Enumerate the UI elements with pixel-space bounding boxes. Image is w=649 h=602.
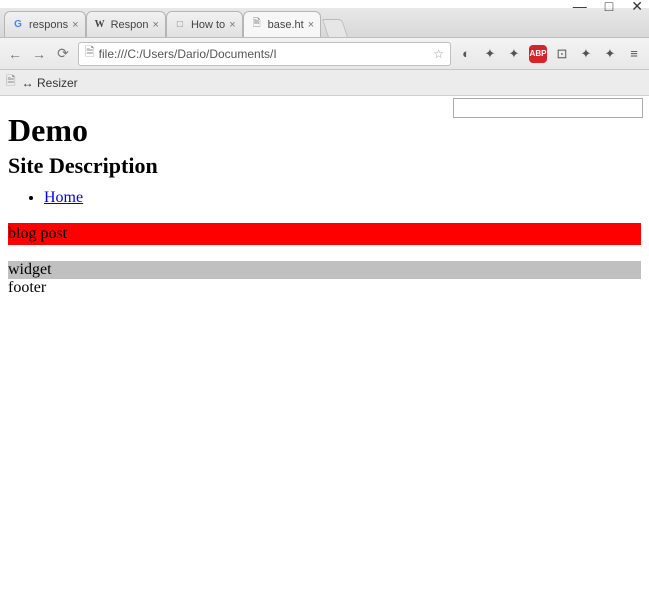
close-tab-icon[interactable]: ×	[72, 19, 78, 31]
tab-responsive-w[interactable]: W Respon ×	[86, 11, 166, 37]
file-favicon-icon: 🗎	[250, 18, 264, 32]
close-tab-icon[interactable]: ×	[229, 19, 235, 31]
file-icon: 🗎	[85, 43, 95, 64]
extension-puzzle-icon[interactable]: ✦	[577, 45, 595, 63]
tab-title: respons	[29, 19, 68, 31]
extension-puzzle-icon[interactable]: ✦	[505, 45, 523, 63]
footer-section: footer	[8, 279, 641, 297]
abp-extension-icon[interactable]: ABP	[529, 45, 547, 63]
reload-button[interactable]: ⟳	[54, 45, 72, 63]
window-titlebar: — □ ✕	[0, 0, 649, 8]
menu-icon[interactable]: ≡	[625, 45, 643, 63]
nav-list: Home	[44, 189, 641, 207]
page-subheading: Site Description	[8, 153, 641, 179]
bookmark-star-icon[interactable]: ☆	[433, 47, 444, 61]
blog-post-section: blog post	[8, 223, 641, 245]
google-favicon-icon: G	[11, 18, 25, 32]
bookmarks-bar: 🗎 ↔ Resizer	[0, 70, 649, 96]
window-controls: — □ ✕	[573, 0, 643, 15]
tab-title: How to	[191, 19, 225, 31]
extension-icon[interactable]: ◐	[457, 45, 475, 63]
tab-title: base.ht	[268, 19, 304, 31]
extension-icon[interactable]: ⊡	[553, 45, 571, 63]
tab-responsive-google[interactable]: G respons ×	[4, 11, 86, 37]
bookmark-resizer[interactable]: ↔ Resizer	[22, 76, 78, 90]
close-tab-icon[interactable]: ×	[153, 19, 159, 31]
forward-button[interactable]: →	[30, 45, 48, 63]
extension-puzzle-icon[interactable]: ✦	[481, 45, 499, 63]
url-text: file:///C:/Users/Dario/Documents/I	[99, 47, 430, 61]
close-button[interactable]: ✕	[631, 0, 643, 15]
w-favicon-icon: W	[93, 18, 107, 32]
new-tab-button[interactable]	[322, 19, 348, 37]
back-button[interactable]: ←	[6, 45, 24, 63]
generic-favicon-icon: □	[173, 18, 187, 32]
widget-section: widget	[8, 261, 641, 279]
file-icon: 🗎	[6, 72, 16, 93]
tab-strip: G respons × W Respon × □ How to × 🗎 base…	[0, 8, 649, 38]
tab-base-html[interactable]: 🗎 base.ht ×	[243, 11, 322, 37]
page-content: Demo Site Description Home blog post wid…	[8, 112, 641, 297]
nav-item-home: Home	[44, 189, 641, 207]
close-tab-icon[interactable]: ×	[308, 19, 314, 31]
search-input[interactable]	[453, 98, 643, 118]
tab-title: Respon	[111, 19, 149, 31]
extension-puzzle-icon[interactable]: ✦	[601, 45, 619, 63]
page-viewport: Demo Site Description Home blog post wid…	[0, 96, 649, 602]
address-bar[interactable]: 🗎 file:///C:/Users/Dario/Documents/I ☆	[78, 42, 451, 66]
tab-how-to[interactable]: □ How to ×	[166, 11, 243, 37]
minimize-button[interactable]: —	[573, 0, 587, 15]
maximize-button[interactable]: □	[605, 0, 613, 15]
nav-link-home[interactable]: Home	[44, 189, 83, 206]
browser-toolbar: ← → ⟳ 🗎 file:///C:/Users/Dario/Documents…	[0, 38, 649, 70]
